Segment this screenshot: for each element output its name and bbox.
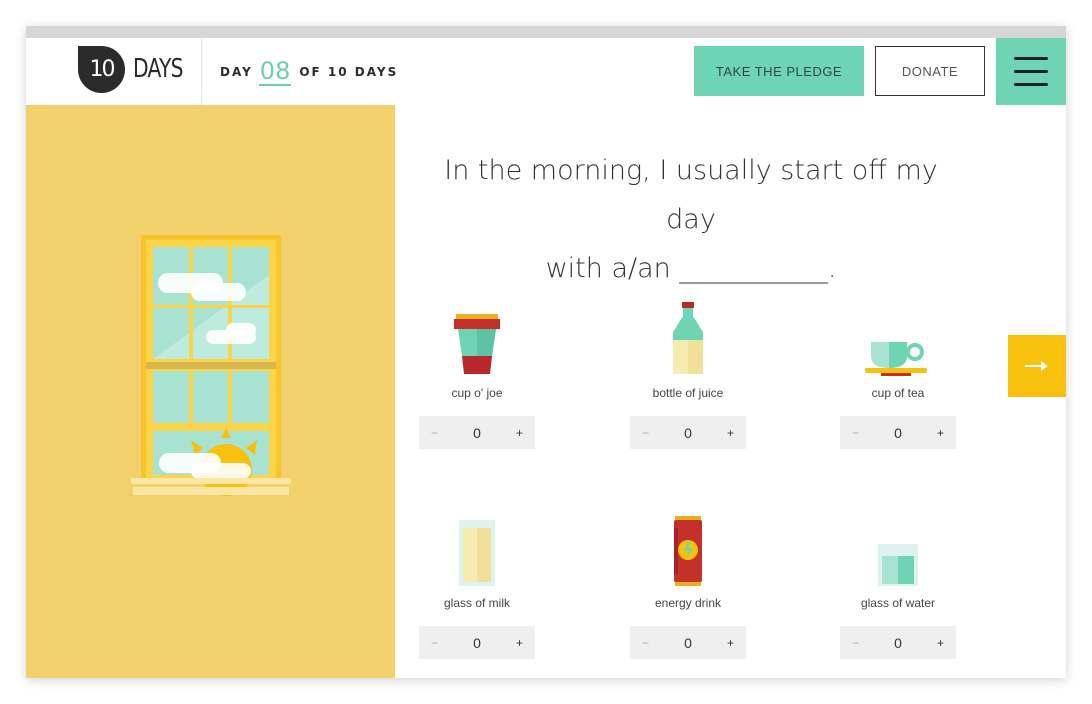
increment-button[interactable]: +	[727, 426, 734, 440]
decrement-button[interactable]: −	[642, 636, 649, 650]
option-bottle-of-juice: bottle of juice − 0 +	[630, 296, 746, 449]
juice-bottle-icon	[630, 296, 746, 376]
quantity-stepper: − 0 +	[840, 416, 956, 449]
decrement-button[interactable]: −	[852, 636, 859, 650]
quantity-stepper: − 0 +	[840, 626, 956, 659]
logo-word: DAYS	[133, 54, 183, 84]
question-line-2: with a/an ___________.	[545, 253, 837, 284]
menu-bar-icon	[1014, 83, 1048, 86]
option-cup-of-tea: cup of tea − 0 +	[840, 296, 956, 449]
menu-bar-icon	[1014, 70, 1048, 73]
water-glass-icon	[840, 506, 956, 586]
option-label: glass of water	[860, 596, 936, 610]
illustration-panel	[26, 105, 395, 678]
browser-frame: 10 DAYS DAY 08 OF 10 DAYS TAKE THE PLEDG…	[26, 26, 1066, 678]
logo[interactable]: 10 DAYS	[78, 46, 188, 94]
quantity-stepper: − 0 +	[419, 416, 535, 449]
take-the-pledge-button[interactable]: TAKE THE PLEDGE	[694, 46, 864, 96]
header-divider	[201, 38, 202, 105]
option-label: cup o' joe	[451, 386, 503, 400]
increment-button[interactable]: +	[727, 636, 734, 650]
quantity-stepper: − 0 +	[630, 626, 746, 659]
option-cup-of-joe: cup o' joe − 0 +	[419, 296, 535, 449]
option-label: glass of milk	[443, 596, 511, 610]
decrement-button[interactable]: −	[852, 426, 859, 440]
day-current: 08	[258, 57, 292, 86]
quantity-stepper: − 0 +	[630, 416, 746, 449]
donate-button[interactable]: DONATE	[875, 46, 985, 96]
decrement-button[interactable]: −	[431, 426, 438, 440]
increment-button[interactable]: +	[516, 636, 523, 650]
day-suffix: OF 10 DAYS	[299, 65, 399, 79]
option-label: energy drink	[654, 596, 722, 610]
next-button[interactable]	[1008, 335, 1066, 397]
decrement-button[interactable]: −	[431, 636, 438, 650]
quantity-value: 0	[684, 424, 692, 441]
increment-button[interactable]: +	[937, 636, 944, 650]
question-text: In the morning, I usually start off my d…	[416, 146, 966, 293]
milk-glass-icon	[419, 506, 535, 586]
day-prefix: DAY	[220, 65, 253, 79]
browser-top-strip	[26, 26, 1066, 38]
quantity-value: 0	[473, 424, 481, 441]
option-glass-of-milk: glass of milk − 0 +	[419, 506, 535, 659]
logo-number: 10	[89, 57, 116, 82]
option-energy-drink: energy drink − 0 +	[630, 506, 746, 659]
hamburger-menu-button[interactable]	[996, 38, 1066, 105]
quantity-value: 0	[894, 634, 902, 651]
decrement-button[interactable]: −	[642, 426, 649, 440]
tea-cup-icon	[840, 296, 956, 376]
option-label: bottle of juice	[652, 386, 724, 400]
coffee-cup-icon	[419, 296, 535, 376]
site-header: 10 DAYS DAY 08 OF 10 DAYS TAKE THE PLEDG…	[26, 38, 1066, 105]
window-illustration	[131, 235, 291, 496]
increment-button[interactable]: +	[516, 426, 523, 440]
option-glass-of-water: glass of water − 0 +	[840, 506, 956, 659]
logo-badge: 10	[78, 46, 125, 93]
day-counter: DAY 08 OF 10 DAYS	[220, 56, 398, 88]
question-line-1: In the morning, I usually start off my d…	[444, 155, 938, 235]
quantity-value: 0	[473, 634, 481, 651]
arrow-right-icon	[1025, 361, 1048, 371]
option-label: cup of tea	[871, 386, 925, 400]
quantity-value: 0	[894, 424, 902, 441]
energy-drink-icon	[630, 506, 746, 586]
increment-button[interactable]: +	[937, 426, 944, 440]
quantity-stepper: − 0 +	[419, 626, 535, 659]
quantity-value: 0	[684, 634, 692, 651]
menu-bar-icon	[1014, 57, 1048, 60]
